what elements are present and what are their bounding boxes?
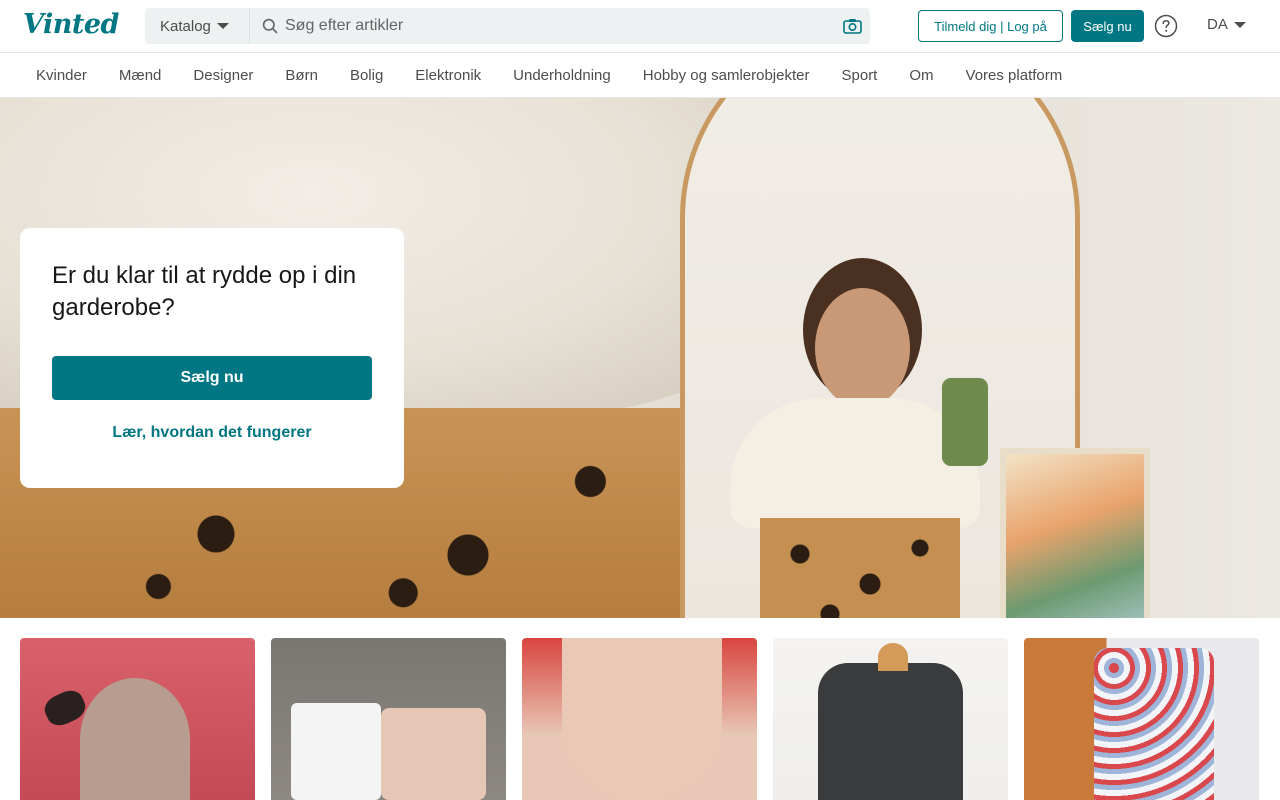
katalog-dropdown[interactable]: Katalog: [145, 8, 250, 44]
nav-item-om[interactable]: Om: [893, 53, 949, 98]
hero-image-phone: [942, 378, 988, 466]
item-card[interactable]: [1024, 638, 1259, 800]
kids-clothes-photo: [291, 703, 381, 800]
hero-image-person-head: [815, 288, 910, 408]
header: Vinted Katalog Tilmeld dig | Log på Sælg…: [0, 0, 1280, 53]
nav-item-designer[interactable]: Designer: [177, 53, 269, 98]
red-top-necklace-photo: [562, 638, 722, 800]
item-card[interactable]: [271, 638, 506, 800]
hero-sell-button[interactable]: Sælg nu: [52, 356, 372, 400]
katalog-label: Katalog: [160, 17, 211, 35]
item-card[interactable]: [522, 638, 757, 800]
chevron-down-icon: [1233, 21, 1246, 28]
chevron-down-icon: [216, 23, 229, 29]
hero-banner: Er du klar til at rydde op i din gardero…: [0, 98, 1280, 618]
item-card[interactable]: [20, 638, 255, 800]
vinted-logo[interactable]: Vinted: [23, 9, 119, 40]
nav-item-sport[interactable]: Sport: [826, 53, 894, 98]
nav-item-elektronik[interactable]: Elektronik: [399, 53, 497, 98]
hero-title: Er du klar til at rydde op i din gardero…: [52, 262, 357, 321]
language-selector[interactable]: DA: [1207, 16, 1246, 33]
black-hoodie-photo: [818, 663, 963, 800]
learn-how-link[interactable]: Lær, hvordan det fungerer: [52, 424, 372, 442]
search-input[interactable]: [285, 11, 834, 41]
hero-card: Er du klar til at rydde op i din gardero…: [20, 228, 404, 488]
search-icon: [262, 18, 278, 34]
category-nav: Kvinder Mænd Designer Børn Bolig Elektro…: [0, 53, 1280, 98]
signup-login-button[interactable]: Tilmeld dig | Log på: [918, 10, 1063, 42]
nav-item-hobby[interactable]: Hobby og samlerobjekter: [627, 53, 826, 98]
doll-photo: [80, 678, 190, 800]
sell-now-button[interactable]: Sælg nu: [1071, 10, 1144, 42]
hero-image-person-skirt: [760, 518, 960, 618]
language-label: DA: [1207, 16, 1228, 33]
nav-item-boern[interactable]: Børn: [269, 53, 334, 98]
nav-item-maend[interactable]: Mænd: [103, 53, 178, 98]
camera-icon[interactable]: [834, 18, 870, 34]
dress-photo: [381, 708, 486, 800]
nav-item-vores-platform[interactable]: Vores platform: [950, 53, 1079, 98]
hanger-decoration: [878, 643, 908, 671]
nav-item-kvinder[interactable]: Kvinder: [20, 53, 103, 98]
help-icon[interactable]: [1154, 14, 1178, 38]
patterned-shirt-photo: [1094, 648, 1214, 800]
item-card[interactable]: [773, 638, 1008, 800]
nav-item-bolig[interactable]: Bolig: [334, 53, 399, 98]
item-grid: [20, 638, 1260, 800]
search-bar: Katalog: [145, 8, 870, 44]
search-field: [250, 8, 834, 44]
nav-item-underholdning[interactable]: Underholdning: [497, 53, 627, 98]
hero-image-painting: [1000, 448, 1150, 618]
